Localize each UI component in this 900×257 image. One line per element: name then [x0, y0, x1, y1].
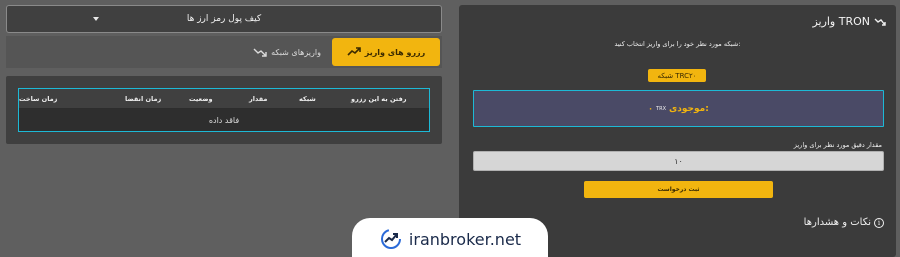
table-header: رفتن به این رزرو شبکه مقدار وضعیت زمان ا… — [19, 89, 429, 109]
column-header: زمان انقضا — [125, 94, 162, 103]
column-header: زمان ساخت — [19, 94, 58, 103]
empty-state: فاقد داده — [19, 109, 429, 131]
amount-label: مقدار دقیق مورد نظر برای واریز — [793, 141, 882, 149]
deposit-title-text: واریز TRON — [812, 15, 870, 28]
wallet-select-label: کیف پول رمز ارز ها — [186, 14, 262, 24]
trend-down-icon — [874, 18, 886, 26]
watermark-text: iranbroker.net — [408, 229, 522, 249]
tab-network-deposits[interactable]: واریزهای شبکه — [242, 38, 332, 66]
balance-unit: TRX — [656, 105, 667, 112]
deposit-tabs: رزرو های واریز واریزهای شبکه — [6, 36, 442, 68]
balance-box: ۰ TRX موجودی: — [473, 90, 884, 127]
network-option-trc20[interactable]: شبکه TRC۲۰ — [648, 69, 706, 82]
notes-and-warnings[interactable]: نکات و هشدارها i — [804, 217, 884, 228]
info-icon: i — [874, 217, 884, 228]
trend-down-icon — [253, 48, 267, 57]
tab-label: واریزهای شبکه — [271, 47, 321, 57]
trend-up-icon — [347, 47, 361, 56]
notes-label: نکات و هشدارها — [803, 217, 871, 228]
tab-deposit-reservations[interactable]: رزرو های واریز — [332, 38, 440, 66]
column-header: وضعیت — [189, 94, 213, 103]
watermark-logo: iranbroker.net — [352, 218, 548, 257]
balance-value: ۰ — [648, 104, 654, 113]
network-prompt: شبکه مورد نظر خود را برای واریز انتخاب ک… — [614, 40, 741, 48]
column-header: شبکه — [299, 94, 316, 103]
reservations-table: رفتن به این رزرو شبکه مقدار وضعیت زمان ا… — [18, 88, 430, 132]
chevron-down-icon — [93, 17, 99, 21]
reservations-panel: رفتن به این رزرو شبکه مقدار وضعیت زمان ا… — [6, 76, 442, 144]
submit-request-button[interactable]: ثبت درخواست — [584, 181, 773, 198]
column-header: رفتن به این رزرو — [351, 94, 407, 103]
wallet-select[interactable]: کیف پول رمز ارز ها — [6, 5, 442, 33]
column-header: مقدار — [249, 94, 268, 103]
amount-input[interactable] — [473, 151, 884, 171]
chart-logo-icon — [380, 229, 401, 249]
tab-label: رزرو های واریز — [364, 47, 426, 57]
deposit-title: واریز TRON — [812, 15, 886, 28]
balance-label: موجودی: — [669, 103, 709, 114]
